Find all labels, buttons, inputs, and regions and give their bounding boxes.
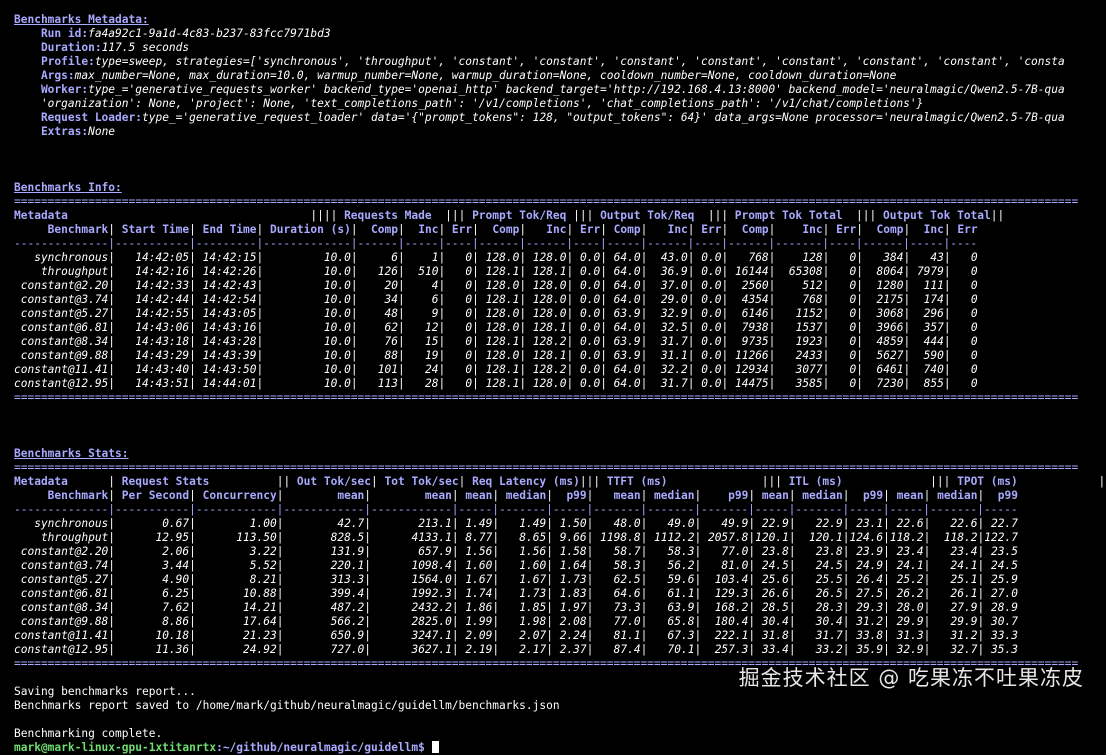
metadata-value: type_='generative_requests_worker' backe… [88,83,1065,96]
metadata-value: max_number=None, max_duration=10.0, warm… [74,69,897,82]
stats-header-row: Benchmark| Per Second| Concurrency| mean… [14,489,1018,502]
table-row: constant@11.41| 14:43:40| 14:43:50| 10.0… [14,363,978,376]
table-row: constant@12.95| 14:43:51| 14:44:01| 10.0… [14,377,978,390]
stats-table-body: synchronous| 0.67| 1.00| 42.7| 213.1| 1.… [14,517,1106,657]
metadata-value: 'organization': None, 'project': None, '… [14,97,924,110]
metadata-key: Duration: [14,41,102,54]
table-row: constant@12.95| 11.36| 24.92| 727.0| 362… [14,643,1018,656]
table-row: constant@5.27| 14:42:55| 14:43:05| 10.0|… [14,307,978,320]
stats-header: Benchmarks Stats: [14,447,129,460]
prompt-user: mark@mark-linux-gpu-1xtitanrtx [14,741,217,754]
info-header-row: Metadata |||| Requests Made ||| Prompt T… [14,209,1005,222]
cursor-icon [431,741,439,753]
info-header: Benchmarks Info: [14,181,122,194]
table-row: synchronous| 14:42:05| 14:42:15| 10.0| 6… [14,251,978,264]
stats-table-header: Metadata | Request Stats || Out Tok/sec|… [14,475,1106,503]
table-row: constant@2.20| 2.06| 3.22| 131.9| 657.9|… [14,545,1018,558]
info-table-body: synchronous| 14:42:05| 14:42:15| 10.0| 6… [14,251,1106,391]
prompt-path: :~/github/neuralmagic/guidellm$ [216,741,432,754]
metadata-value: type_='generative_request_loader' data='… [141,111,1065,124]
metadata-field: Args:max_number=None, max_duration=10.0,… [14,69,1106,83]
saved-message: Benchmarks report saved to /home/mark/gi… [14,699,560,712]
table-row: throughput| 14:42:16| 14:42:26| 10.0| 12… [14,265,978,278]
watermark: 掘金技术社区 @ 吃果冻不吐果冻皮 [738,666,1084,690]
metadata-key: Worker: [14,83,89,96]
table-row: constant@2.20| 14:42:33| 14:42:43| 10.0|… [14,279,978,292]
stats-rule-mid: --------------|-----------|------------|… [14,503,1018,516]
table-row: constant@5.27| 4.90| 8.21| 313.3| 1564.0… [14,573,1018,586]
table-row: constant@8.34| 14:43:18| 14:43:28| 10.0|… [14,335,978,348]
table-row: constant@11.41| 10.18| 21.23| 650.9| 324… [14,629,1018,642]
shell-prompt[interactable]: mark@mark-linux-gpu-1xtitanrtx:~/github/… [14,741,1106,755]
complete-message: Benchmarking complete. [14,727,163,740]
table-row: constant@9.88| 14:43:29| 14:43:39| 10.0|… [14,349,978,362]
metadata-key: Profile: [14,55,95,68]
metadata-field: Duration:117.5 seconds [14,41,1106,55]
metadata-field: Profile:type=sweep, strategies=['synchro… [14,55,1106,69]
metadata-field: Request Loader:type_='generative_request… [14,111,1106,125]
metadata-key: Extras: [14,125,89,138]
info-rule-bottom: ========================================… [14,391,1079,404]
metadata-key: Request Loader: [14,111,142,124]
table-row: synchronous| 0.67| 1.00| 42.7| 213.1| 1.… [14,517,1018,530]
table-row: constant@9.88| 8.86| 17.64| 566.2| 2825.… [14,615,1018,628]
table-row: throughput| 12.95| 113.50| 828.5| 4133.1… [14,531,1018,544]
info-rule-mid: --------------|-----------|---------|---… [14,237,978,250]
metadata-value: fa4a92c1-9a1d-4c83-b237-83fcc7971bd3 [88,27,331,40]
stats-rule-top: ========================================… [14,461,1079,474]
table-row: constant@3.74| 3.44| 5.52| 220.1| 1098.4… [14,559,1018,572]
metadata-field: Extras:None [14,125,1106,139]
metadata-header: Benchmarks Metadata: [14,13,149,26]
metadata-key: Args: [14,69,75,82]
metadata-field: 'organization': None, 'project': None, '… [14,97,1106,111]
metadata-fields: Run id:fa4a92c1-9a1d-4c83-b237-83fcc7971… [14,27,1106,139]
metadata-field: Worker:type_='generative_requests_worker… [14,83,1106,97]
info-header-row: Benchmark| Start Time| End Time| Duratio… [14,223,978,236]
table-row: constant@6.81| 14:43:06| 14:43:16| 10.0|… [14,321,978,334]
stats-header-row: Metadata | Request Stats || Out Tok/sec|… [14,475,1106,488]
table-row: constant@6.81| 6.25| 10.88| 399.4| 1992.… [14,587,1018,600]
info-rule-top: ========================================… [14,195,1079,208]
terminal-output[interactable]: Benchmarks Metadata: Run id:fa4a92c1-9a1… [14,13,1106,755]
metadata-value: None [88,125,116,138]
metadata-key: Run id: [14,27,89,40]
info-table-header: Metadata |||| Requests Made ||| Prompt T… [14,209,1106,237]
metadata-field: Run id:fa4a92c1-9a1d-4c83-b237-83fcc7971… [14,27,1106,41]
metadata-value: 117.5 seconds [101,41,190,54]
table-row: constant@3.74| 14:42:44| 14:42:54| 10.0|… [14,293,978,306]
metadata-value: type=sweep, strategies=['synchronous', '… [94,55,1065,68]
table-row: constant@8.34| 7.62| 14.21| 487.2| 2432.… [14,601,1018,614]
